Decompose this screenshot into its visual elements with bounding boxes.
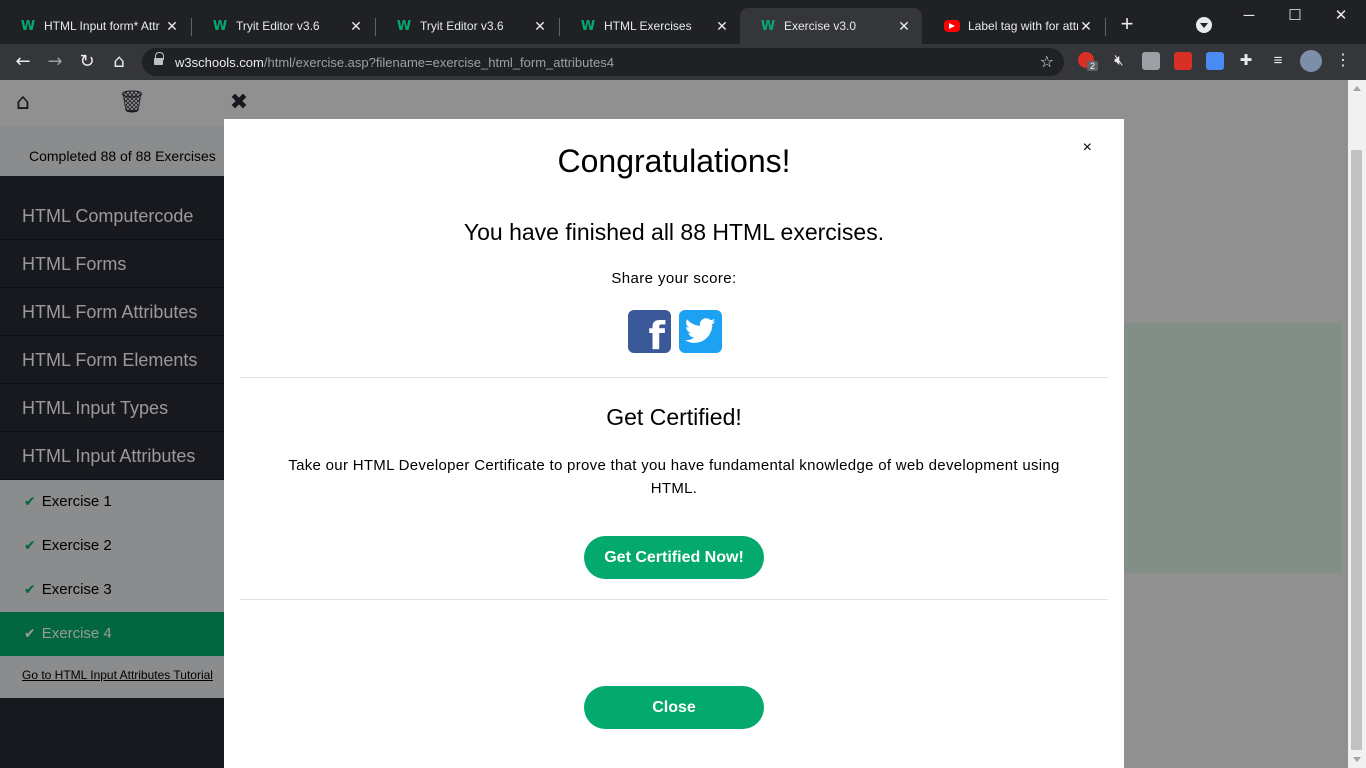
scrollbar-thumb[interactable] (1351, 150, 1362, 750)
browser-tab[interactable]: W Tryit Editor v3.6 ✕ (192, 8, 374, 44)
tab-title: HTML Input form* Attr (44, 19, 160, 33)
media-control-icon[interactable]: ≡ (1269, 52, 1287, 70)
close-tab-icon[interactable]: ✕ (1078, 18, 1094, 35)
w3schools-icon: W (20, 18, 36, 34)
certified-heading: Get Certified! (606, 404, 742, 430)
modal-divider (240, 377, 1108, 378)
video-extension-icon[interactable] (1174, 52, 1192, 70)
url-path: /html/exercise.asp?filename=exercise_htm… (263, 55, 614, 70)
browser-toolbar: ← → ↻ ⌂ w3schools.com/html/exercise.asp?… (0, 44, 1366, 80)
get-certified-button[interactable]: Get Certified Now! (584, 536, 764, 579)
profile-avatar[interactable] (1300, 50, 1322, 72)
url-host: w3schools.com (175, 55, 264, 70)
scroll-up-arrow[interactable] (1353, 86, 1361, 91)
lock-icon[interactable] (154, 52, 164, 66)
browser-tab[interactable]: W HTML Exercises ✕ (560, 8, 740, 44)
tab-title: Tryit Editor v3.6 (236, 19, 320, 33)
window-close-icon[interactable]: ✕ (1318, 4, 1364, 28)
extensions-puzzle-icon[interactable]: ✚ (1237, 52, 1255, 70)
bookmark-star-icon[interactable]: ☆ (1040, 52, 1054, 71)
modal-divider (240, 599, 1108, 600)
browser-menu-icon[interactable]: ⋮ (1334, 52, 1352, 70)
youtube-icon (944, 20, 960, 32)
tab-separator (1105, 18, 1106, 36)
close-tab-icon[interactable]: ✕ (164, 18, 180, 35)
new-tab-icon[interactable]: + (1116, 13, 1138, 36)
tab-strip: W HTML Input form* Attr ✕ W Tryit Editor… (0, 0, 1366, 44)
modal-title: Congratulations! (557, 143, 791, 179)
browser-tab-active[interactable]: W Exercise v3.0 ✕ (740, 8, 922, 44)
forward-icon[interactable]: → (43, 50, 67, 74)
tab-title: Label tag with for attri (968, 19, 1078, 33)
minimize-icon[interactable]: ─ (1226, 4, 1272, 28)
w3schools-icon: W (396, 18, 412, 34)
browser-tab[interactable]: W Tryit Editor v3.6 ✕ (376, 8, 558, 44)
close-tab-icon[interactable]: ✕ (532, 18, 548, 35)
page-scrollbar[interactable] (1348, 80, 1366, 768)
reload-icon[interactable]: ↻ (75, 50, 99, 74)
twitter-share-icon[interactable] (679, 310, 722, 353)
maximize-icon[interactable]: ☐ (1272, 4, 1318, 28)
url-text[interactable]: w3schools.com/html/exercise.asp?filename… (175, 55, 614, 70)
close-button[interactable]: Close (584, 686, 764, 729)
back-icon[interactable]: ← (11, 50, 35, 74)
facebook-share-icon[interactable]: f (628, 310, 671, 355)
tab-search-icon[interactable] (1196, 17, 1212, 33)
modal-subtitle: You have finished all 88 HTML exercises. (463, 219, 885, 245)
home-icon[interactable]: ⌂ (107, 50, 131, 74)
browser-tab[interactable]: W HTML Input form* Attr ✕ (0, 8, 190, 44)
extension-icon[interactable] (1142, 52, 1160, 70)
mute-tab-icon[interactable]: 🔇︎ (1110, 52, 1128, 70)
close-tab-icon[interactable]: ✕ (896, 18, 912, 35)
w3schools-icon: W (580, 18, 596, 34)
tab-title: HTML Exercises (604, 19, 692, 33)
address-bar[interactable]: w3schools.com/html/exercise.asp?filename… (142, 48, 1064, 76)
translate-extension-icon[interactable] (1206, 52, 1224, 70)
w3schools-icon: W (212, 18, 228, 34)
close-tab-icon[interactable]: ✕ (714, 18, 730, 35)
w3schools-icon: W (760, 18, 776, 34)
share-label: Share your score: (611, 270, 737, 287)
scroll-down-arrow[interactable] (1353, 757, 1361, 762)
adblock-extension-icon[interactable]: 2 (1078, 52, 1099, 71)
extension-badge: 2 (1087, 61, 1099, 71)
tab-title: Tryit Editor v3.6 (420, 19, 504, 33)
tab-title: Exercise v3.0 (784, 19, 857, 33)
congratulations-modal: × Congratulations! You have finished all… (224, 119, 1124, 768)
browser-tab[interactable]: Label tag with for attri ✕ (924, 8, 1104, 44)
close-tab-icon[interactable]: ✕ (348, 18, 364, 35)
certified-description: Take our HTML Developer Certificate to p… (288, 457, 1060, 497)
